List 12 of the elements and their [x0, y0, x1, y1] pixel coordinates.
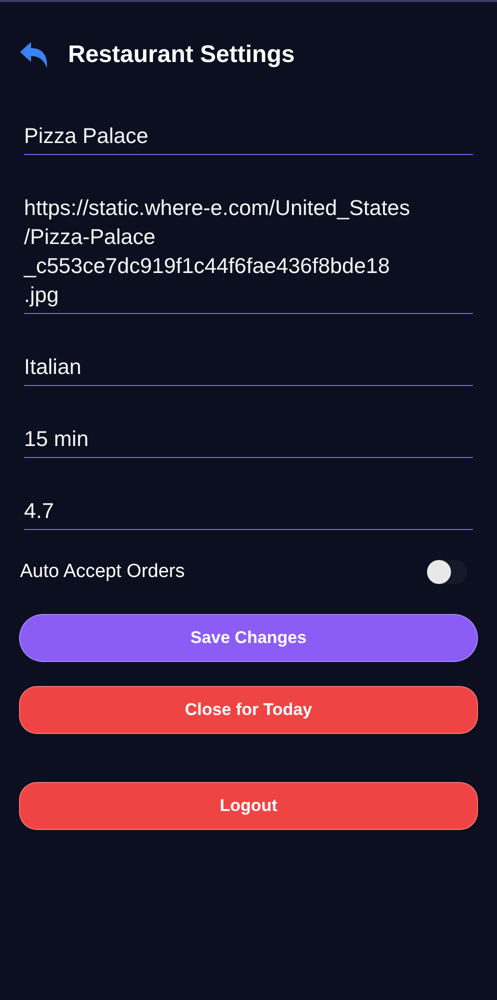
back-icon[interactable] — [18, 41, 50, 69]
input-field[interactable]: https://static.where-e.com/United_States/Pizza-Palace_c553ce7dc919f1c44f6fae436f8bde18.jpg — [24, 194, 473, 314]
input-field[interactable]: 15 min — [24, 425, 473, 458]
toggle-label: Auto Accept Orders — [20, 561, 185, 583]
input-field[interactable]: 4.7 — [24, 497, 473, 530]
input-field[interactable]: Italian — [24, 353, 473, 386]
input-field[interactable]: Pizza Palace — [24, 122, 473, 155]
toggle-switch[interactable] — [427, 560, 467, 584]
screen-title: Restaurant Settings — [68, 41, 295, 69]
action-button[interactable]: Save Changes — [19, 614, 478, 662]
action-button[interactable]: Logout — [19, 782, 478, 830]
action-button[interactable]: Close for Today — [19, 686, 478, 734]
